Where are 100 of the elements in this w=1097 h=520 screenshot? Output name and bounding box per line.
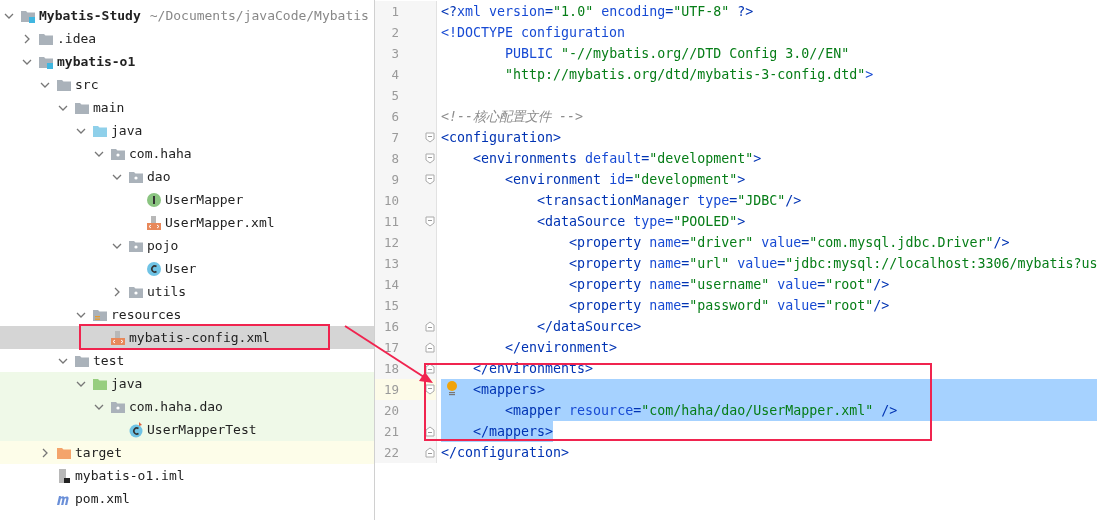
- code-line: <mapper resource="com/haha/dao/UserMapper.xml" />: [505, 402, 898, 420]
- tree-item-label: main: [93, 100, 125, 115]
- tree-item-label: pom.xml: [75, 491, 130, 506]
- tree-item-label: com.haha: [129, 146, 192, 161]
- code-line: PUBLIC "-//mybatis.org//DTD Config 3.0//EN": [505, 45, 850, 63]
- tree-item-label: mybatis-o1.iml: [75, 468, 185, 483]
- tree-item-label: com.haha.dao: [129, 399, 223, 414]
- tree-row[interactable]: com.haha.dao: [0, 395, 374, 418]
- line-number: 21: [382, 424, 399, 439]
- line-number: 16: [382, 319, 399, 334]
- tree-item-label: mybatis-config.xml: [129, 330, 270, 345]
- tree-row[interactable]: target: [0, 441, 374, 464]
- line-number: 10: [382, 193, 399, 208]
- code-line: </mappers>: [473, 423, 554, 441]
- xml-file-icon: [146, 214, 162, 231]
- code-line: <!--核心配置文件 -->: [441, 108, 584, 126]
- tree-item-label: utils: [147, 284, 187, 299]
- tree-row[interactable]: User: [0, 257, 374, 280]
- line-number: 8: [390, 151, 399, 166]
- tree-row[interactable]: java: [0, 119, 374, 142]
- tree-item-label: UserMapper.xml: [165, 215, 275, 230]
- fold-icon[interactable]: [425, 321, 435, 332]
- interface-icon: [146, 191, 162, 208]
- code-line: <mappers>: [473, 381, 546, 399]
- fold-icon[interactable]: [425, 426, 435, 437]
- tree-row[interactable]: com.haha: [0, 142, 374, 165]
- chevron-right-icon[interactable]: [22, 33, 32, 44]
- file-icon: [56, 467, 72, 484]
- tree-item-label: java: [111, 376, 143, 391]
- tree-item-label: mybatis-o1: [57, 54, 136, 69]
- tree-row[interactable]: test: [0, 349, 374, 372]
- tree-row[interactable]: pojo: [0, 234, 374, 257]
- tree-row[interactable]: UserMapper: [0, 188, 374, 211]
- tree-row[interactable]: mybatis-o1: [0, 50, 374, 73]
- fold-icon[interactable]: [425, 447, 435, 458]
- tree-item-label: src: [75, 77, 99, 92]
- tree-row[interactable]: .idea: [0, 27, 374, 50]
- line-number: 19: [382, 382, 399, 397]
- fold-icon[interactable]: [425, 384, 435, 395]
- line-number: 12: [382, 235, 399, 250]
- line-number: 9: [390, 172, 399, 187]
- tree-row[interactable]: resources: [0, 303, 374, 326]
- code-line: </environments>: [473, 360, 594, 378]
- code-line: </dataSource>: [537, 318, 642, 336]
- line-number: 1: [390, 4, 399, 19]
- project-path: ~/Documents/javaCode/Mybatis: [149, 8, 369, 23]
- tree-item-label: resources: [111, 307, 182, 322]
- code-line: <property name="url" value="jdbc:mysql://localhost:3306/mybatis?us: [569, 255, 1097, 273]
- tree-item-label: UserMapperTest: [147, 422, 257, 437]
- line-number: 22: [382, 445, 399, 460]
- xml-file-icon: [110, 329, 126, 346]
- tree-item-label: target: [75, 445, 122, 460]
- tree-row[interactable]: mybatis-config.xml: [0, 326, 374, 349]
- line-number: 7: [390, 130, 399, 145]
- chevron-right-icon[interactable]: [112, 286, 122, 297]
- tree-item-label: .idea: [57, 31, 97, 46]
- line-number: 20: [382, 403, 399, 418]
- line-number: 14: [382, 277, 399, 292]
- code-line: "http://mybatis.org/dtd/mybatis-3-config.dtd">: [505, 66, 874, 84]
- tree-item-label: User: [165, 261, 197, 276]
- code-line: <dataSource type="POOLED">: [537, 213, 746, 231]
- line-number: 4: [390, 67, 399, 82]
- tree-item-label: UserMapper: [165, 192, 244, 207]
- code-line: <environments default="development">: [473, 150, 762, 168]
- tree-row[interactable]: java: [0, 372, 374, 395]
- line-number: 11: [382, 214, 399, 229]
- tree-row[interactable]: mybatis-o1.iml: [0, 464, 374, 487]
- fold-icon[interactable]: [425, 216, 435, 227]
- line-number: 3: [390, 46, 399, 61]
- code-line: <property name="driver" value="com.mysql.jdbc.Driver"/>: [569, 234, 1010, 252]
- tree-row[interactable]: dao: [0, 165, 374, 188]
- fold-icon[interactable]: [425, 363, 435, 374]
- code-line: </environment>: [505, 339, 618, 357]
- code-line: <transactionManager type="JDBC"/>: [537, 192, 802, 210]
- tree-row[interactable]: src: [0, 73, 374, 96]
- tree-row[interactable]: utils: [0, 280, 374, 303]
- tree-row[interactable]: main: [0, 96, 374, 119]
- tree-row[interactable]: pom.xml: [0, 487, 374, 510]
- fold-icon[interactable]: [425, 174, 435, 185]
- class-icon: [146, 260, 162, 277]
- line-number: 2: [390, 25, 399, 40]
- line-number: 18: [382, 361, 399, 376]
- chevron-right-icon[interactable]: [40, 447, 50, 458]
- tree-item-label: dao: [147, 169, 171, 184]
- tree-row[interactable]: Mybatis-Study ~/Documents/javaCode/Mybatis: [0, 4, 374, 27]
- code-line: <!DOCTYPE configuration: [441, 24, 626, 42]
- code-line: <property name="username" value="root"/>: [569, 276, 890, 294]
- lightbulb-icon[interactable]: [446, 381, 458, 397]
- tree-item-label: Mybatis-Study: [39, 8, 141, 23]
- code-line: </configuration>: [441, 444, 570, 462]
- tree-item-label: java: [111, 123, 143, 138]
- code-line: <?xml version="1.0" encoding="UTF-8" ?>: [441, 3, 754, 21]
- fold-icon[interactable]: [425, 132, 435, 143]
- line-number: 13: [382, 256, 399, 271]
- code-line: <property name="password" value="root"/>: [569, 297, 890, 315]
- fold-icon[interactable]: [425, 342, 435, 353]
- tree-row[interactable]: UserMapperTest: [0, 418, 374, 441]
- fold-icon[interactable]: [425, 153, 435, 164]
- code-line: <configuration>: [441, 129, 562, 147]
- tree-row[interactable]: UserMapper.xml: [0, 211, 374, 234]
